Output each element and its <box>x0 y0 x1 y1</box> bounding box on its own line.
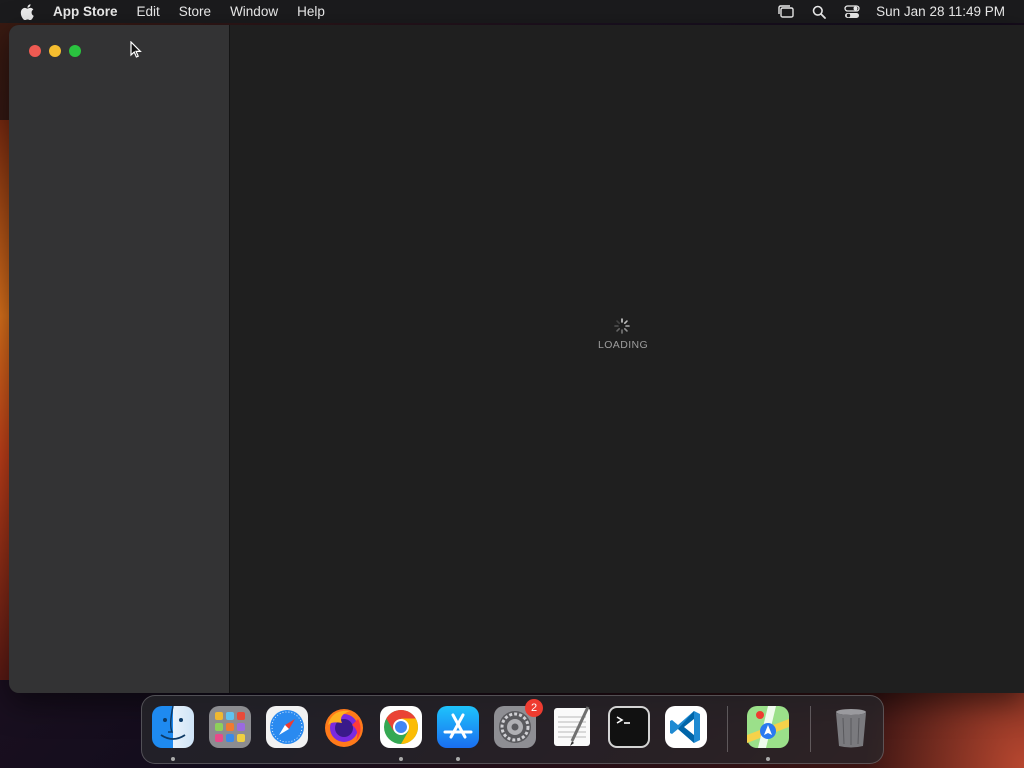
spotlight-search-icon[interactable] <box>810 4 828 20</box>
vscode-icon[interactable] <box>664 705 708 749</box>
textedit-icon[interactable] <box>550 705 594 749</box>
finder-icon[interactable] <box>151 705 195 749</box>
menu-store[interactable]: Store <box>179 4 211 19</box>
control-center-icon[interactable] <box>843 4 861 20</box>
safari-icon[interactable] <box>265 705 309 749</box>
apple-menu-icon[interactable] <box>19 3 35 20</box>
main-content <box>230 25 1024 693</box>
menu-window[interactable]: Window <box>230 4 278 19</box>
menu-help[interactable]: Help <box>297 4 325 19</box>
sidebar <box>9 25 230 693</box>
spinner-icon <box>614 318 630 334</box>
launchpad-icon[interactable] <box>208 705 252 749</box>
maximize-window-button[interactable] <box>69 45 81 57</box>
trash-icon[interactable] <box>829 705 873 749</box>
firefox-icon[interactable] <box>322 705 366 749</box>
dock-separator <box>727 706 728 752</box>
menu-bar: App Store Edit Store Window Help Sun Jan <box>0 0 1024 23</box>
window-stack-icon[interactable] <box>777 4 795 20</box>
settings-notification-badge: 2 <box>525 699 543 717</box>
app-store-icon[interactable] <box>436 705 480 749</box>
chrome-icon[interactable] <box>379 705 423 749</box>
dock-separator-2 <box>810 706 811 752</box>
finder-running-indicator <box>171 757 175 761</box>
dock: 2 <box>141 695 884 764</box>
menubar-clock[interactable]: Sun Jan 28 11:49 PM <box>876 4 1005 19</box>
chrome-running-indicator <box>399 757 403 761</box>
loading-indicator: LOADING <box>598 318 649 351</box>
maps-icon[interactable] <box>746 705 790 749</box>
maps-running-indicator <box>766 757 770 761</box>
minimize-window-button[interactable] <box>49 45 61 57</box>
close-window-button[interactable] <box>29 45 41 57</box>
app-store-window <box>9 25 1024 693</box>
terminal-icon[interactable] <box>607 705 651 749</box>
loading-label: LOADING <box>598 339 649 351</box>
menu-edit[interactable]: Edit <box>137 4 160 19</box>
app-store-running-indicator <box>456 757 460 761</box>
window-controls <box>29 45 81 57</box>
mouse-cursor-icon <box>130 40 142 64</box>
menu-app-store[interactable]: App Store <box>53 4 118 19</box>
system-settings-icon[interactable]: 2 <box>493 699 543 749</box>
